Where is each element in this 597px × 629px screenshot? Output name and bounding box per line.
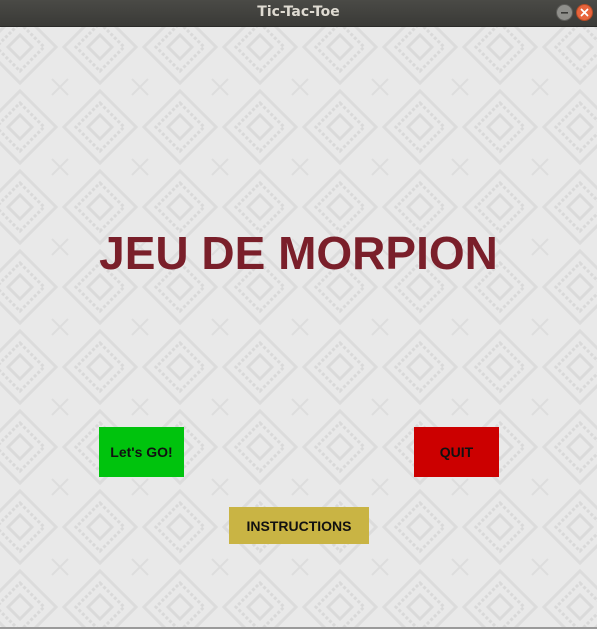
close-button[interactable] [576,4,593,21]
app-window: Tic-Tac-Toe JEU DE MORPION Let's GO! QUI… [0,0,597,629]
instructions-button[interactable]: INSTRUCTIONS [229,507,369,544]
game-title-heading: JEU DE MORPION [99,227,498,279]
minimize-icon [561,12,568,14]
start-game-button[interactable]: Let's GO! [99,427,184,477]
game-canvas: JEU DE MORPION Let's GO! QUIT INSTRUCTIO… [0,27,597,627]
close-icon [580,8,589,17]
quit-button[interactable]: QUIT [414,427,499,477]
minimize-button[interactable] [556,4,573,21]
title-bar[interactable]: Tic-Tac-Toe [0,0,597,27]
window-title: Tic-Tac-Toe [257,4,340,20]
